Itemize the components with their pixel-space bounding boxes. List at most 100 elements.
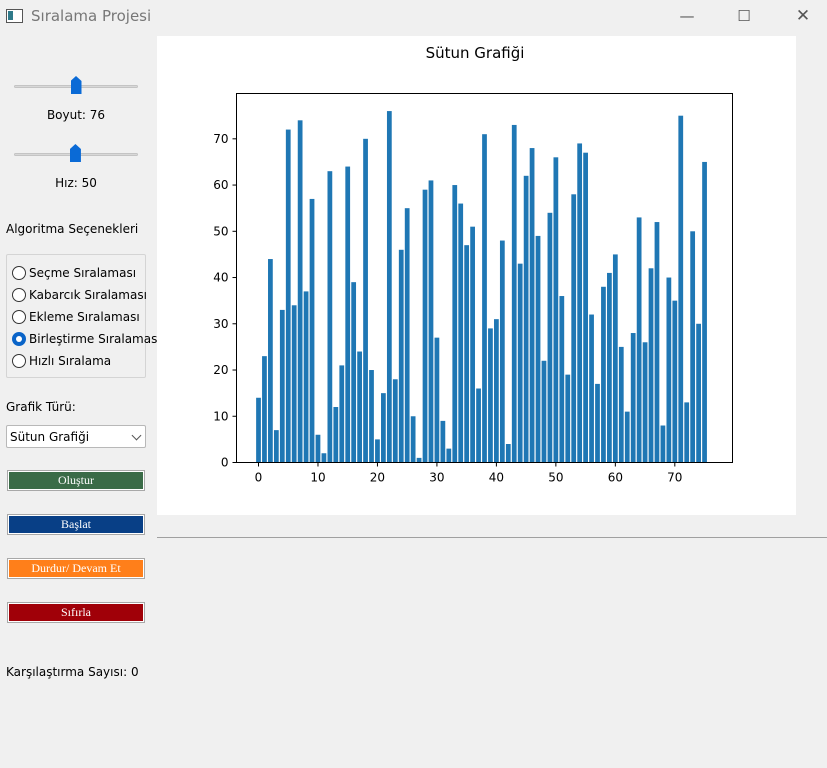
bar <box>666 277 672 463</box>
bar <box>339 365 345 463</box>
bar <box>541 360 547 463</box>
app-window-icon <box>6 9 23 23</box>
size-label: Boyut: 76 <box>46 108 106 122</box>
bar <box>363 138 368 463</box>
radio-label: Ekleme Sıralaması <box>29 310 140 324</box>
bar <box>416 457 422 463</box>
bar <box>618 346 624 463</box>
chart-type-label: Grafik Türü: <box>6 400 76 414</box>
bar <box>345 166 351 463</box>
bar <box>565 374 571 463</box>
create-button[interactable]: Oluştur <box>7 470 145 491</box>
chart-title: Sütun Grafiği <box>426 44 525 62</box>
bar <box>654 222 660 463</box>
bar <box>375 439 380 463</box>
close-icon[interactable]: ✕ <box>780 0 826 32</box>
bar <box>571 194 577 463</box>
maximize-icon[interactable]: ☐ <box>721 0 767 32</box>
bar <box>470 226 475 463</box>
radio-button-icon[interactable] <box>12 266 26 280</box>
x-tick-label: 20 <box>370 471 385 485</box>
minimize-icon[interactable]: — <box>664 0 710 32</box>
algorithm-radio-group: Seçme Sıralaması Kabarcık Sıralaması Ekl… <box>6 254 161 378</box>
x-tick-label: 30 <box>429 471 444 485</box>
bar <box>547 212 553 463</box>
start-button[interactable]: Başlat <box>7 514 145 535</box>
bar <box>577 143 583 463</box>
speed-slider[interactable] <box>14 143 138 163</box>
radio-label: Seçme Sıralaması <box>29 266 137 280</box>
size-slider[interactable] <box>14 75 138 95</box>
chart-panel: Sütun Grafiği 0 10 20 30 40 50 60 70 0 10 20 30 40 50… <box>157 36 796 515</box>
radio-button-icon[interactable] <box>12 332 26 346</box>
radio-selection-sort[interactable]: Seçme Sıralaması <box>12 264 136 282</box>
bar <box>505 444 511 463</box>
bar <box>589 314 594 463</box>
bar <box>630 333 636 463</box>
bar <box>553 157 559 463</box>
bar <box>517 263 523 463</box>
radio-quick-sort[interactable]: Hızlı Sıralama <box>12 352 111 370</box>
size-slider-thumb[interactable] <box>70 76 82 94</box>
reset-button[interactable]: Sıfırla <box>7 602 145 623</box>
bar <box>386 111 392 463</box>
bar <box>369 370 374 463</box>
pause-resume-button[interactable]: Durdur/ Devam Et <box>7 558 145 579</box>
bar <box>696 323 701 463</box>
radio-bubble-sort[interactable]: Kabarcık Sıralaması <box>12 286 147 304</box>
bar <box>434 337 440 463</box>
x-tick-label: 70 <box>667 471 682 485</box>
radio-label: Birleştirme Sıralaması <box>29 332 161 346</box>
chart-type-value: Sütun Grafiği <box>10 430 90 444</box>
bar <box>398 249 404 463</box>
speed-label: Hız: 50 <box>55 176 97 190</box>
bar <box>488 328 493 463</box>
speed-slider-thumb[interactable] <box>69 144 81 162</box>
radio-merge-sort[interactable]: Birleştirme Sıralaması <box>12 330 161 348</box>
bar <box>273 430 279 463</box>
x-tick-label: 0 <box>255 471 263 485</box>
bar <box>499 240 505 463</box>
bar <box>404 208 410 463</box>
bar <box>511 124 517 463</box>
radio-insertion-sort[interactable]: Ekleme Sıralaması <box>12 308 140 326</box>
bar <box>559 296 565 463</box>
bar <box>476 388 481 463</box>
chart-type-select[interactable]: Sütun Grafiği <box>6 425 146 448</box>
bar <box>583 152 588 463</box>
bar <box>392 379 398 463</box>
x-tick-label: 60 <box>608 471 623 485</box>
bar <box>535 235 541 463</box>
chevron-down-icon[interactable] <box>131 430 142 441</box>
bar <box>410 416 416 463</box>
comparison-count: Karşılaştırma Sayısı: 0 <box>6 665 139 679</box>
bar <box>529 148 535 463</box>
bar <box>279 309 285 463</box>
y-tick-label: 50 <box>213 224 228 238</box>
bar <box>624 411 630 463</box>
y-tick-label: 60 <box>213 178 228 192</box>
bar <box>642 342 648 463</box>
bar <box>690 231 696 463</box>
bar <box>351 282 357 463</box>
algorithm-heading: Algoritma Seçenekleri <box>6 222 139 236</box>
bar <box>458 203 464 463</box>
radio-button-icon[interactable] <box>12 288 26 302</box>
y-tick-label: 40 <box>213 271 228 285</box>
bar <box>678 115 684 463</box>
bar <box>607 272 612 463</box>
bar <box>381 393 386 463</box>
bar <box>357 351 362 463</box>
bar <box>648 268 654 463</box>
radio-button-icon[interactable] <box>12 310 26 324</box>
bar <box>440 420 446 463</box>
bar <box>612 254 618 463</box>
y-tick-label: 10 <box>213 409 228 423</box>
radio-button-icon[interactable] <box>12 354 26 368</box>
bar <box>523 175 529 463</box>
x-tick-label: 10 <box>310 471 325 485</box>
bar <box>327 171 333 463</box>
bar <box>297 120 303 463</box>
bar <box>672 300 678 463</box>
bars <box>256 111 707 463</box>
